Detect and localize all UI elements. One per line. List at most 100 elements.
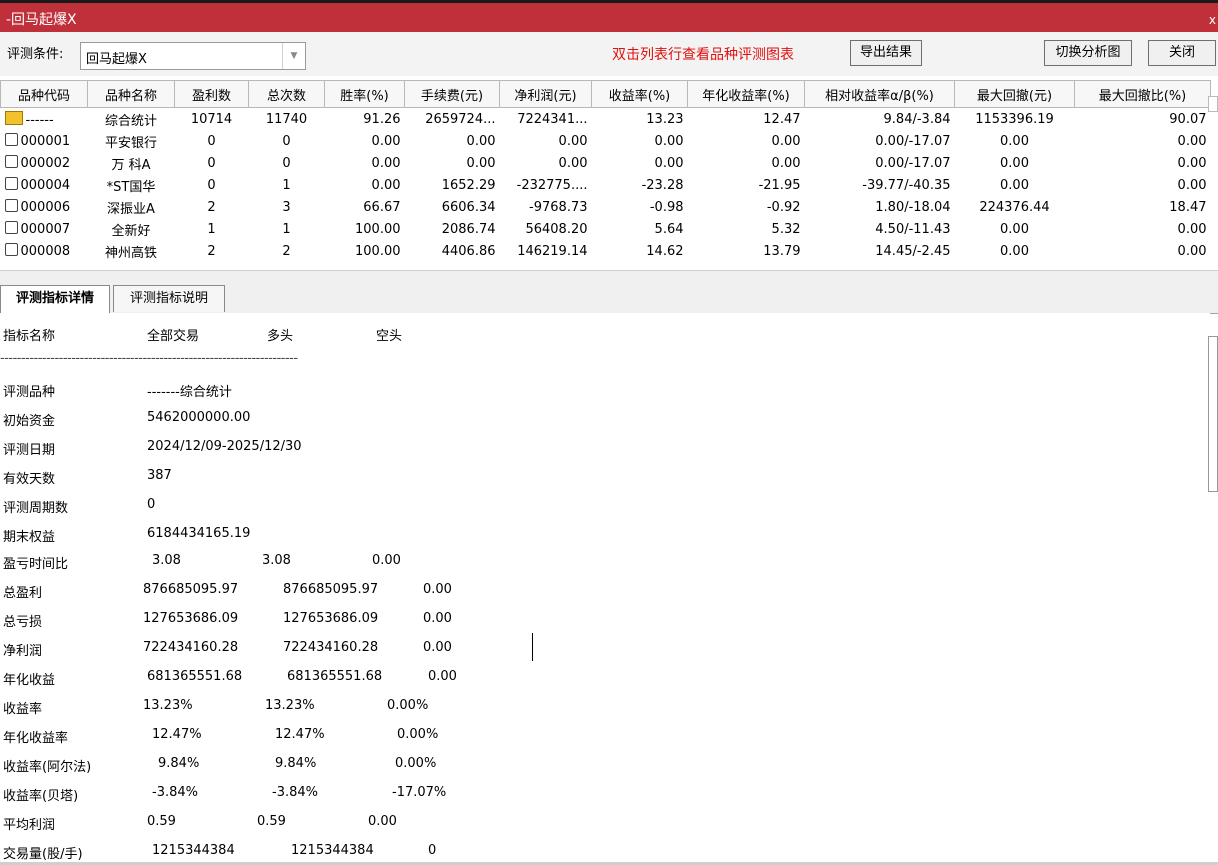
- metric-value: 0.59: [257, 814, 286, 829]
- metric-value: 681365551.68: [147, 669, 243, 684]
- info-label: 评测周期数: [3, 501, 69, 516]
- table-cell: -23.28: [641, 177, 684, 193]
- info-value: 2024/12/09-2025/12/30: [147, 439, 302, 454]
- cell-text: 000008: [20, 244, 71, 259]
- metric-value: 876685095.97: [143, 582, 239, 597]
- table-row[interactable]: ------ 综合统计 10714 11740 91.26 2659724... 72243…: [1, 108, 1211, 131]
- metric-value: 12.47%: [152, 727, 202, 742]
- detail-header-long: 多头: [267, 329, 294, 344]
- table-cell: 12.47: [763, 111, 801, 127]
- col-header[interactable]: 收益率(%): [591, 80, 688, 108]
- cell-code: 000001: [1, 130, 88, 152]
- metric-value: 722434160.28: [143, 640, 239, 655]
- table-scrollbar[interactable]: [1208, 96, 1218, 112]
- table-row[interactable]: 000004 *ST国华 0 1 0.00 1652.29 -232775.... -23.2…: [1, 174, 1211, 196]
- table-cell: -232775....: [516, 177, 588, 193]
- col-header[interactable]: 净利润(元): [499, 80, 592, 108]
- metric-value: 127653686.09: [283, 611, 379, 626]
- table-cell: 10714: [190, 111, 233, 127]
- switch-chart-button[interactable]: 切换分析图: [1044, 40, 1132, 66]
- stock-icon: [4, 243, 18, 256]
- table-cell: 全新好: [111, 223, 151, 239]
- table-cell: 14.45/-2.45: [875, 243, 951, 259]
- table-row[interactable]: 000002 万 科A 0 0 0.00 0.00 0.00 0.00 0.00 0.00/-17…: [1, 152, 1211, 174]
- cell-code: 000002: [1, 152, 88, 174]
- info-label: 初始资金: [3, 414, 56, 429]
- chevron-down-icon[interactable]: ▼: [282, 43, 305, 69]
- info-value: -------综合统计: [147, 385, 232, 400]
- condition-select[interactable]: 回马起爆X ▼: [80, 42, 306, 70]
- col-header[interactable]: 最大回撤(元): [954, 80, 1075, 108]
- col-header[interactable]: 品种名称: [87, 80, 175, 108]
- table-cell: 1: [207, 221, 216, 237]
- table-cell: *ST国华: [106, 179, 156, 195]
- metric-label: 交易量(股/手): [3, 847, 83, 862]
- table-cell: 5.32: [771, 221, 801, 237]
- cell-code: 000008: [1, 240, 88, 262]
- table-cell: 7224341...: [517, 111, 588, 127]
- metric-label: 收益率(贝塔): [3, 789, 79, 804]
- table-cell: 2: [207, 243, 216, 259]
- cell-code: 000006: [1, 196, 88, 218]
- title-bar: -回马起爆X x: [0, 0, 1218, 32]
- col-header[interactable]: 品种代码: [0, 80, 88, 108]
- metric-value: 0.00%: [397, 727, 439, 742]
- detail-panel: 指标名称 全部交易 多头 空头 ------------------------…: [0, 313, 1210, 865]
- table-cell: 0.00: [1000, 155, 1029, 171]
- info-value: 0: [147, 497, 156, 512]
- table-row[interactable]: 000007 全新好 1 1 100.00 2086.74 56408.20 5.64 5.32…: [1, 218, 1211, 240]
- table-cell: -9768.73: [529, 199, 588, 215]
- table-cell: 0.00: [371, 155, 401, 171]
- table-cell: 56408.20: [525, 221, 588, 237]
- hint-text: 双击列表行查看品种评测图表: [612, 47, 794, 63]
- col-header[interactable]: 年化收益率(%): [687, 80, 805, 108]
- metric-value: 127653686.09: [143, 611, 239, 626]
- table-cell: 13.23: [646, 111, 684, 127]
- table-cell: 91.26: [363, 111, 401, 127]
- condition-label: 评测条件:: [7, 47, 64, 62]
- table-cell: 综合统计: [104, 113, 157, 129]
- tab-explain[interactable]: 评测指标说明: [113, 285, 225, 312]
- table-cell: 0.00: [371, 177, 401, 193]
- col-header[interactable]: 最大回撤比(%): [1074, 80, 1211, 108]
- metric-label: 总盈利: [3, 586, 43, 601]
- table-cell: 2659724...: [425, 111, 496, 127]
- col-header[interactable]: 总次数: [248, 80, 325, 108]
- table-cell: 0.00: [558, 155, 588, 171]
- col-header[interactable]: 盈利数: [174, 80, 249, 108]
- text-caret: [532, 633, 533, 661]
- window-title: -回马起爆X: [6, 12, 77, 28]
- metric-value: -17.07%: [392, 785, 447, 800]
- col-header[interactable]: 手续费(元): [404, 80, 500, 108]
- table-cell: 0: [282, 133, 291, 149]
- metric-value: 0.00: [368, 814, 397, 829]
- table-row[interactable]: 000001 平安银行 0 0 0.00 0.00 0.00 0.00 0.00 0.00/-17…: [1, 130, 1211, 152]
- metric-value: 0.00%: [395, 756, 437, 771]
- detail-scrollbar[interactable]: [1208, 336, 1218, 492]
- metric-value: 0.59: [147, 814, 176, 829]
- table-cell: 1.80/-18.04: [875, 199, 951, 215]
- table-cell: 2: [282, 243, 291, 259]
- table-row[interactable]: 000006 深振业A 2 3 66.67 6606.34 -9768.73 -0.98 -0.…: [1, 196, 1211, 218]
- table-cell: 0.00: [371, 133, 401, 149]
- table-cell: 0: [282, 155, 291, 171]
- table-cell: 4406.86: [441, 243, 496, 259]
- metric-value: 12.47%: [275, 727, 325, 742]
- pane-splitter[interactable]: [0, 270, 1218, 285]
- table-cell: 0.00: [771, 133, 801, 149]
- export-button[interactable]: 导出结果: [850, 40, 922, 66]
- table-cell: 100.00: [355, 221, 401, 237]
- table-cell: 0.00: [1177, 177, 1207, 193]
- table-cell: 0.00: [1177, 221, 1207, 237]
- metric-value: 0.00: [428, 669, 457, 684]
- table-row[interactable]: 000008 神州高铁 2 2 100.00 4406.86 146219.14 14.62 1…: [1, 240, 1211, 262]
- col-header[interactable]: 胜率(%): [324, 80, 405, 108]
- close-button[interactable]: 关闭: [1148, 40, 1216, 66]
- cell-code: 000007: [1, 218, 88, 240]
- info-value: 387: [147, 468, 172, 483]
- tab-detail[interactable]: 评测指标详情: [0, 285, 110, 314]
- stock-icon: [4, 221, 18, 234]
- col-header[interactable]: 相对收益率α/β(%): [804, 80, 955, 108]
- metric-value: 3.08: [152, 553, 181, 568]
- cell-text: ------: [25, 112, 54, 128]
